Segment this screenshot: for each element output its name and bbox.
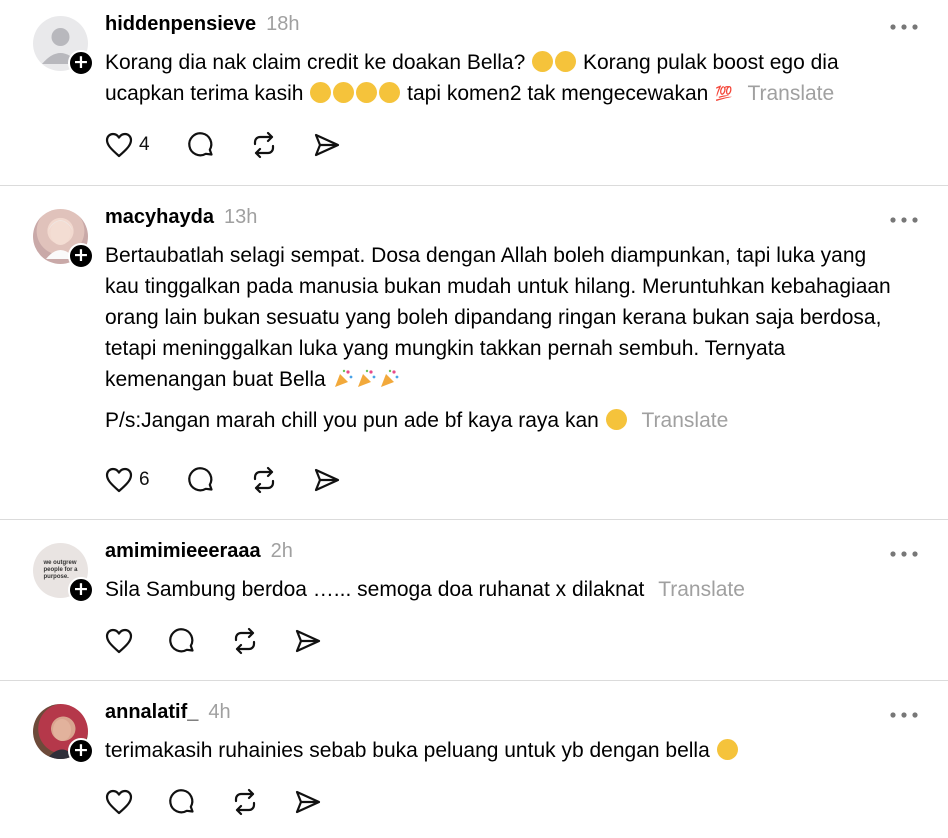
avatar[interactable]: + — [33, 16, 94, 76]
post-header: macyhayda 13h — [105, 206, 257, 234]
text-segment: Korang dia nak claim credit ke doakan Be… — [105, 51, 526, 74]
comment-icon — [169, 628, 194, 653]
plus-icon[interactable]: + — [68, 577, 94, 603]
party-popper-emoji-icon — [356, 367, 377, 388]
avatar[interactable]: we outgrew people for a purpose. + — [33, 543, 94, 603]
post-hiddenpensieve: + hiddenpensieve 18h Korang dia nak clai… — [0, 0, 948, 185]
text-segment: P/s:Jangan marah chill you pun ade bf ka… — [105, 409, 599, 432]
comment-button[interactable] — [168, 787, 231, 817]
post-text: terimakasih ruhainies sebab buka peluang… — [105, 735, 915, 766]
translate-link[interactable]: Translate — [658, 578, 745, 601]
timestamp: 2h — [270, 540, 293, 562]
post-header: amimimieeeraaa 2h — [105, 540, 293, 568]
share-button[interactable] — [294, 787, 322, 817]
plus-icon[interactable]: + — [68, 738, 94, 764]
wink-emoji-icon — [605, 409, 627, 430]
repost-icon — [253, 466, 275, 494]
timestamp: 4h — [208, 701, 231, 723]
translate-link[interactable]: Translate — [642, 409, 729, 432]
text-segment: Korang pulak boost ego dia — [582, 51, 839, 74]
post-text: Korang dia nak claim credit ke doakan Be… — [105, 47, 915, 109]
username[interactable]: macyhayda — [105, 206, 214, 229]
plus-icon[interactable]: + — [68, 243, 94, 269]
comment-icon — [188, 132, 213, 157]
text-segment: Sila Sambung berdoa …... semoga doa ruha… — [105, 578, 645, 601]
translate-link[interactable]: Translate — [747, 82, 834, 105]
repost-button[interactable] — [250, 130, 313, 160]
post-macyhayda: + macyhayda 13h Bertaubatlah selagi semp… — [0, 186, 948, 519]
hundred-emoji-icon: 💯 — [715, 85, 733, 101]
username[interactable]: hiddenpensieve — [105, 13, 256, 36]
party-popper-emoji-icon — [379, 367, 400, 388]
action-bar — [105, 626, 322, 656]
avatar[interactable]: + — [33, 704, 94, 764]
repost-button[interactable] — [231, 787, 294, 817]
more-icon[interactable] — [888, 708, 920, 722]
heart-icon — [105, 789, 133, 815]
text-segment: tapi komen2 tak mengecewakan — [407, 82, 709, 105]
timestamp: 13h — [223, 206, 258, 228]
like-count: 6 — [139, 469, 150, 490]
post-annalatif: + annalatif_ 4h terimakasih ruhainies se… — [0, 681, 948, 838]
smiling-hearts-emoji-icon — [716, 739, 738, 760]
rofl-emoji-icon — [532, 51, 554, 72]
repost-icon — [253, 131, 275, 159]
crying-emoji-icon — [310, 82, 332, 103]
rofl-emoji-icon — [333, 82, 355, 103]
heart-icon — [105, 628, 133, 654]
comment-button[interactable] — [187, 130, 250, 160]
post-amimimieeeraaa: we outgrew people for a purpose. + amimi… — [0, 520, 948, 680]
plus-icon[interactable]: + — [68, 50, 94, 76]
send-icon — [295, 629, 321, 653]
text-segment: Bertaubatlah selagi sempat. Dosa dengan … — [105, 244, 891, 391]
rofl-emoji-icon — [379, 82, 401, 103]
heart-icon — [105, 132, 133, 158]
more-icon[interactable] — [888, 213, 920, 227]
like-button[interactable]: 6 — [105, 465, 187, 495]
share-button[interactable] — [313, 465, 341, 495]
send-icon — [314, 133, 340, 157]
comment-button[interactable] — [187, 465, 250, 495]
more-icon[interactable] — [888, 20, 920, 34]
send-icon — [314, 468, 340, 492]
post-text: Bertaubatlah selagi sempat. Dosa dengan … — [105, 240, 895, 436]
avatar[interactable]: + — [33, 209, 94, 269]
comment-icon — [169, 789, 194, 814]
repost-button[interactable] — [231, 626, 294, 656]
text-segment: terimakasih ruhainies sebab buka peluang… — [105, 739, 710, 762]
username[interactable]: annalatif_ — [105, 701, 198, 724]
share-button[interactable] — [294, 626, 322, 656]
like-button[interactable] — [105, 787, 168, 817]
action-bar: 6 — [105, 465, 341, 495]
share-button[interactable] — [313, 130, 341, 160]
action-bar: 4 — [105, 130, 341, 160]
username[interactable]: amimimieeeraaa — [105, 540, 261, 563]
send-icon — [295, 790, 321, 814]
heart-icon — [105, 467, 133, 493]
action-bar — [105, 787, 322, 817]
timestamp: 18h — [266, 13, 300, 35]
post-header: annalatif_ 4h — [105, 701, 231, 729]
repost-icon — [234, 788, 256, 816]
repost-button[interactable] — [250, 465, 313, 495]
comment-button[interactable] — [168, 626, 231, 656]
text-segment: ucapkan terima kasih — [105, 82, 304, 105]
more-icon[interactable] — [888, 547, 920, 561]
post-header: hiddenpensieve 18h — [105, 13, 300, 41]
rofl-emoji-icon — [555, 51, 577, 72]
like-button[interactable]: 4 — [105, 130, 187, 160]
like-button[interactable] — [105, 626, 168, 656]
repost-icon — [234, 627, 256, 655]
comment-icon — [188, 467, 213, 492]
rofl-emoji-icon — [356, 82, 378, 103]
party-popper-emoji-icon — [333, 367, 354, 388]
post-text: Sila Sambung berdoa …... semoga doa ruha… — [105, 574, 915, 605]
like-count: 4 — [139, 134, 150, 155]
